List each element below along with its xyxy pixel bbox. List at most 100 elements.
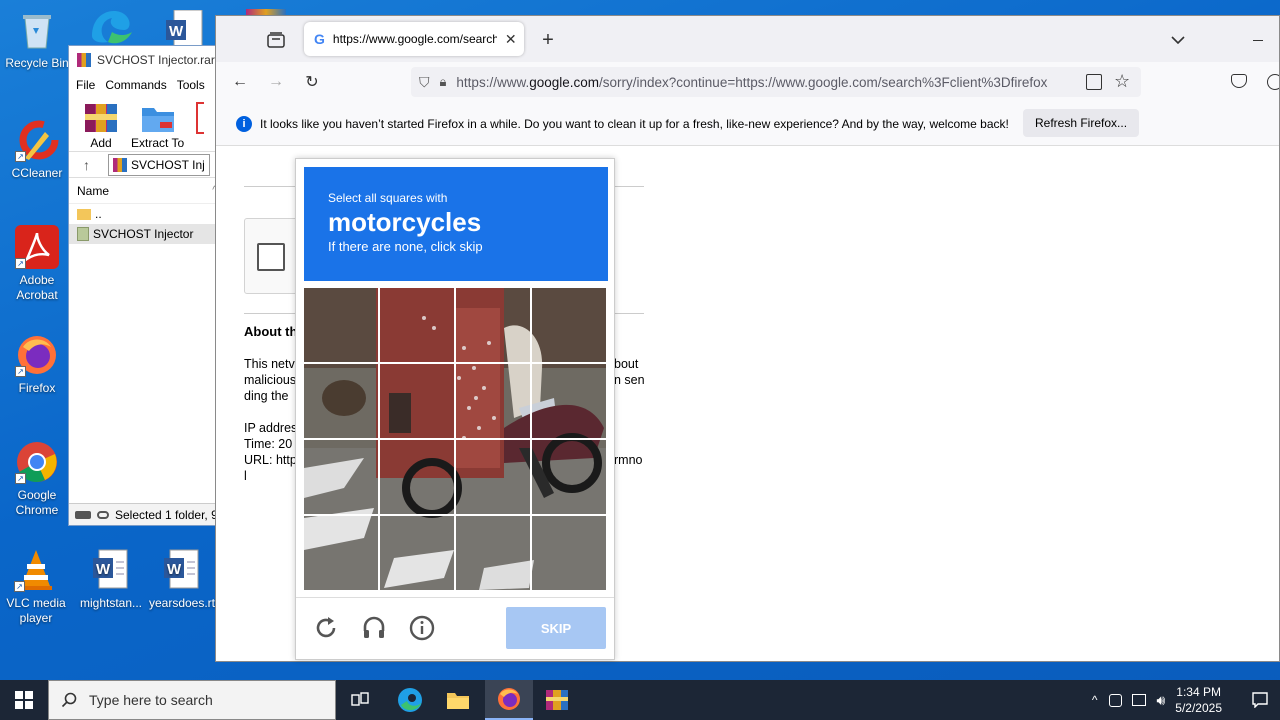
pocket-icon[interactable] xyxy=(1231,74,1247,88)
tab-google-sorry[interactable]: G https://www.google.com/search ✕ xyxy=(304,22,524,56)
grid-tile[interactable] xyxy=(380,440,454,514)
lock-icon[interactable]: 🔒︎ xyxy=(440,74,447,90)
grid-tile[interactable] xyxy=(532,288,606,362)
reload-icon[interactable]: ↻ xyxy=(300,70,324,94)
desktop-icon-label: Adobe Acrobat xyxy=(16,273,58,302)
grid-tile[interactable] xyxy=(456,516,530,590)
grid-tile[interactable] xyxy=(380,288,454,362)
svg-text:W: W xyxy=(167,561,182,578)
desktop-icon-label: CCleaner xyxy=(11,166,63,180)
grid-tile[interactable] xyxy=(380,516,454,590)
desktop-icon-adobe-acrobat[interactable]: ↗ Adobe Acrobat xyxy=(1,225,73,303)
grid-tile[interactable] xyxy=(456,364,530,438)
notifications-icon[interactable] xyxy=(1240,680,1280,720)
tab-bar: G https://www.google.com/search ✕ + xyxy=(216,16,1279,62)
winrar-icon xyxy=(546,690,568,710)
clock[interactable]: 1:34 PM 5/2/2025 xyxy=(1175,684,1222,716)
task-view-button[interactable] xyxy=(336,680,384,720)
list-item-label: SVCHOST Injector xyxy=(93,227,194,241)
extract-to-label: Extract To xyxy=(131,136,185,150)
list-item[interactable]: SVCHOST Injector xyxy=(69,224,227,244)
desktop-icon-firefox[interactable]: ↗ Firefox xyxy=(1,333,73,396)
grid-tile[interactable] xyxy=(304,288,378,362)
back-arrow-icon[interactable]: ← xyxy=(228,70,252,94)
desktop-icon-recycle-bin[interactable]: Recycle Bin xyxy=(1,8,73,71)
winrar-title-bar[interactable]: SVCHOST Injector.rar xyxy=(69,46,227,74)
desktop-icon-word-doc-2[interactable]: W yearsdoes.rt xyxy=(146,548,218,611)
reader-view-icon[interactable] xyxy=(1086,74,1102,90)
volume-icon[interactable]: 🔊︎ xyxy=(1156,692,1165,709)
vlc-cone-icon: ↗ xyxy=(14,548,58,592)
desktop-icon-ccleaner[interactable]: ↗ CCleaner xyxy=(1,118,73,181)
account-icon[interactable] xyxy=(1267,74,1279,90)
shortcut-arrow-icon: ↗ xyxy=(15,151,26,162)
ccleaner-icon: ↗ xyxy=(15,118,59,162)
rar-file-icon xyxy=(113,157,127,172)
file-explorer-taskbar-button[interactable] xyxy=(434,680,482,720)
minimize-button[interactable] xyxy=(1246,28,1270,52)
status-text: Selected 1 folder, 9 xyxy=(115,507,218,522)
grid-tile[interactable] xyxy=(456,288,530,362)
audio-challenge-icon[interactable] xyxy=(360,614,388,642)
url-text[interactable]: https://www.google.com/sorry/index?conti… xyxy=(456,75,1047,90)
winrar-taskbar-button[interactable] xyxy=(533,680,581,720)
list-all-tabs-chevron-icon[interactable] xyxy=(1166,28,1190,52)
name-column-header[interactable]: Name ^ xyxy=(69,178,227,204)
tab-close-icon[interactable]: ✕ xyxy=(505,31,517,48)
folder-icon xyxy=(77,227,89,241)
desktop-icon-vlc[interactable]: ↗ VLC media player xyxy=(0,548,72,626)
paragraph-right-1: bout n sen xyxy=(614,357,645,387)
grid-tile[interactable] xyxy=(456,440,530,514)
extract-to-button[interactable]: Extract To xyxy=(131,102,184,151)
refresh-firefox-button[interactable]: Refresh Firefox... xyxy=(1023,109,1140,137)
firefox-view-button[interactable] xyxy=(264,28,288,52)
desktop-icon-google-chrome[interactable]: ↗ Google Chrome xyxy=(1,440,73,518)
firefox-view-icon xyxy=(267,32,285,48)
grid-tile[interactable] xyxy=(304,364,378,438)
show-hidden-icons-chevron-icon[interactable]: ^ xyxy=(1092,693,1098,707)
taskbar-search-box[interactable]: Type here to search xyxy=(48,680,336,720)
new-tab-button[interactable]: + xyxy=(536,28,560,52)
edge-taskbar-button[interactable] xyxy=(386,680,434,720)
taskbar: Type here to search ^ 🔊︎ 1:34 PM 5/2/202… xyxy=(0,680,1280,720)
meet-now-icon[interactable] xyxy=(1109,693,1123,707)
menu-commands[interactable]: Commands xyxy=(105,78,166,92)
tab-label: https://www.google.com/search xyxy=(332,32,497,46)
firefox-taskbar-button[interactable] xyxy=(485,680,533,720)
winrar-app-icon xyxy=(77,53,91,67)
extract-folder-icon xyxy=(140,102,176,134)
path-text: SVCHOST Inj xyxy=(131,157,205,172)
add-button[interactable]: Add xyxy=(83,102,119,151)
tracking-shield-icon[interactable]: ⛉ xyxy=(419,74,430,91)
help-info-icon[interactable] xyxy=(408,614,436,642)
reload-challenge-icon[interactable] xyxy=(312,614,340,642)
menu-tools[interactable]: Tools xyxy=(177,78,205,92)
grid-tile[interactable] xyxy=(304,440,378,514)
start-button[interactable] xyxy=(0,680,48,720)
url-bar[interactable]: ⛉ 🔒︎ https://www.google.com/sorry/index?… xyxy=(411,67,1141,97)
desktop-icon-label: VLC media player xyxy=(6,596,66,625)
path-field[interactable]: SVCHOST Inj xyxy=(108,153,210,176)
bookmark-star-icon[interactable]: ☆ xyxy=(1114,71,1131,92)
network-icon[interactable] xyxy=(1132,694,1147,706)
forward-arrow-icon[interactable]: → xyxy=(264,70,288,94)
winrar-window[interactable]: SVCHOST Injector.rar File Commands Tools… xyxy=(68,45,228,526)
grid-tile[interactable] xyxy=(304,516,378,590)
recaptcha-checkbox[interactable] xyxy=(257,243,285,271)
desktop-icon-word-doc-1[interactable]: W mightstan... xyxy=(75,548,147,611)
google-chrome-icon: ↗ xyxy=(15,440,59,484)
grid-tile[interactable] xyxy=(532,516,606,590)
desktop-icon-label: Google Chrome xyxy=(15,488,59,517)
skip-button[interactable]: SKIP xyxy=(506,607,606,649)
edge-desktop-icon-partial xyxy=(88,6,134,46)
folder-icon xyxy=(447,693,469,709)
list-item[interactable]: .. xyxy=(69,204,227,224)
grid-tile[interactable] xyxy=(532,440,606,514)
system-tray: ^ 🔊︎ 1:34 PM 5/2/2025 xyxy=(1092,680,1280,720)
minimize-icon xyxy=(1253,39,1263,41)
menu-file[interactable]: File xyxy=(76,78,95,92)
image-grid xyxy=(304,288,606,590)
grid-tile[interactable] xyxy=(532,364,606,438)
up-arrow-icon[interactable]: ↑ xyxy=(83,157,90,173)
grid-tile[interactable] xyxy=(380,364,454,438)
